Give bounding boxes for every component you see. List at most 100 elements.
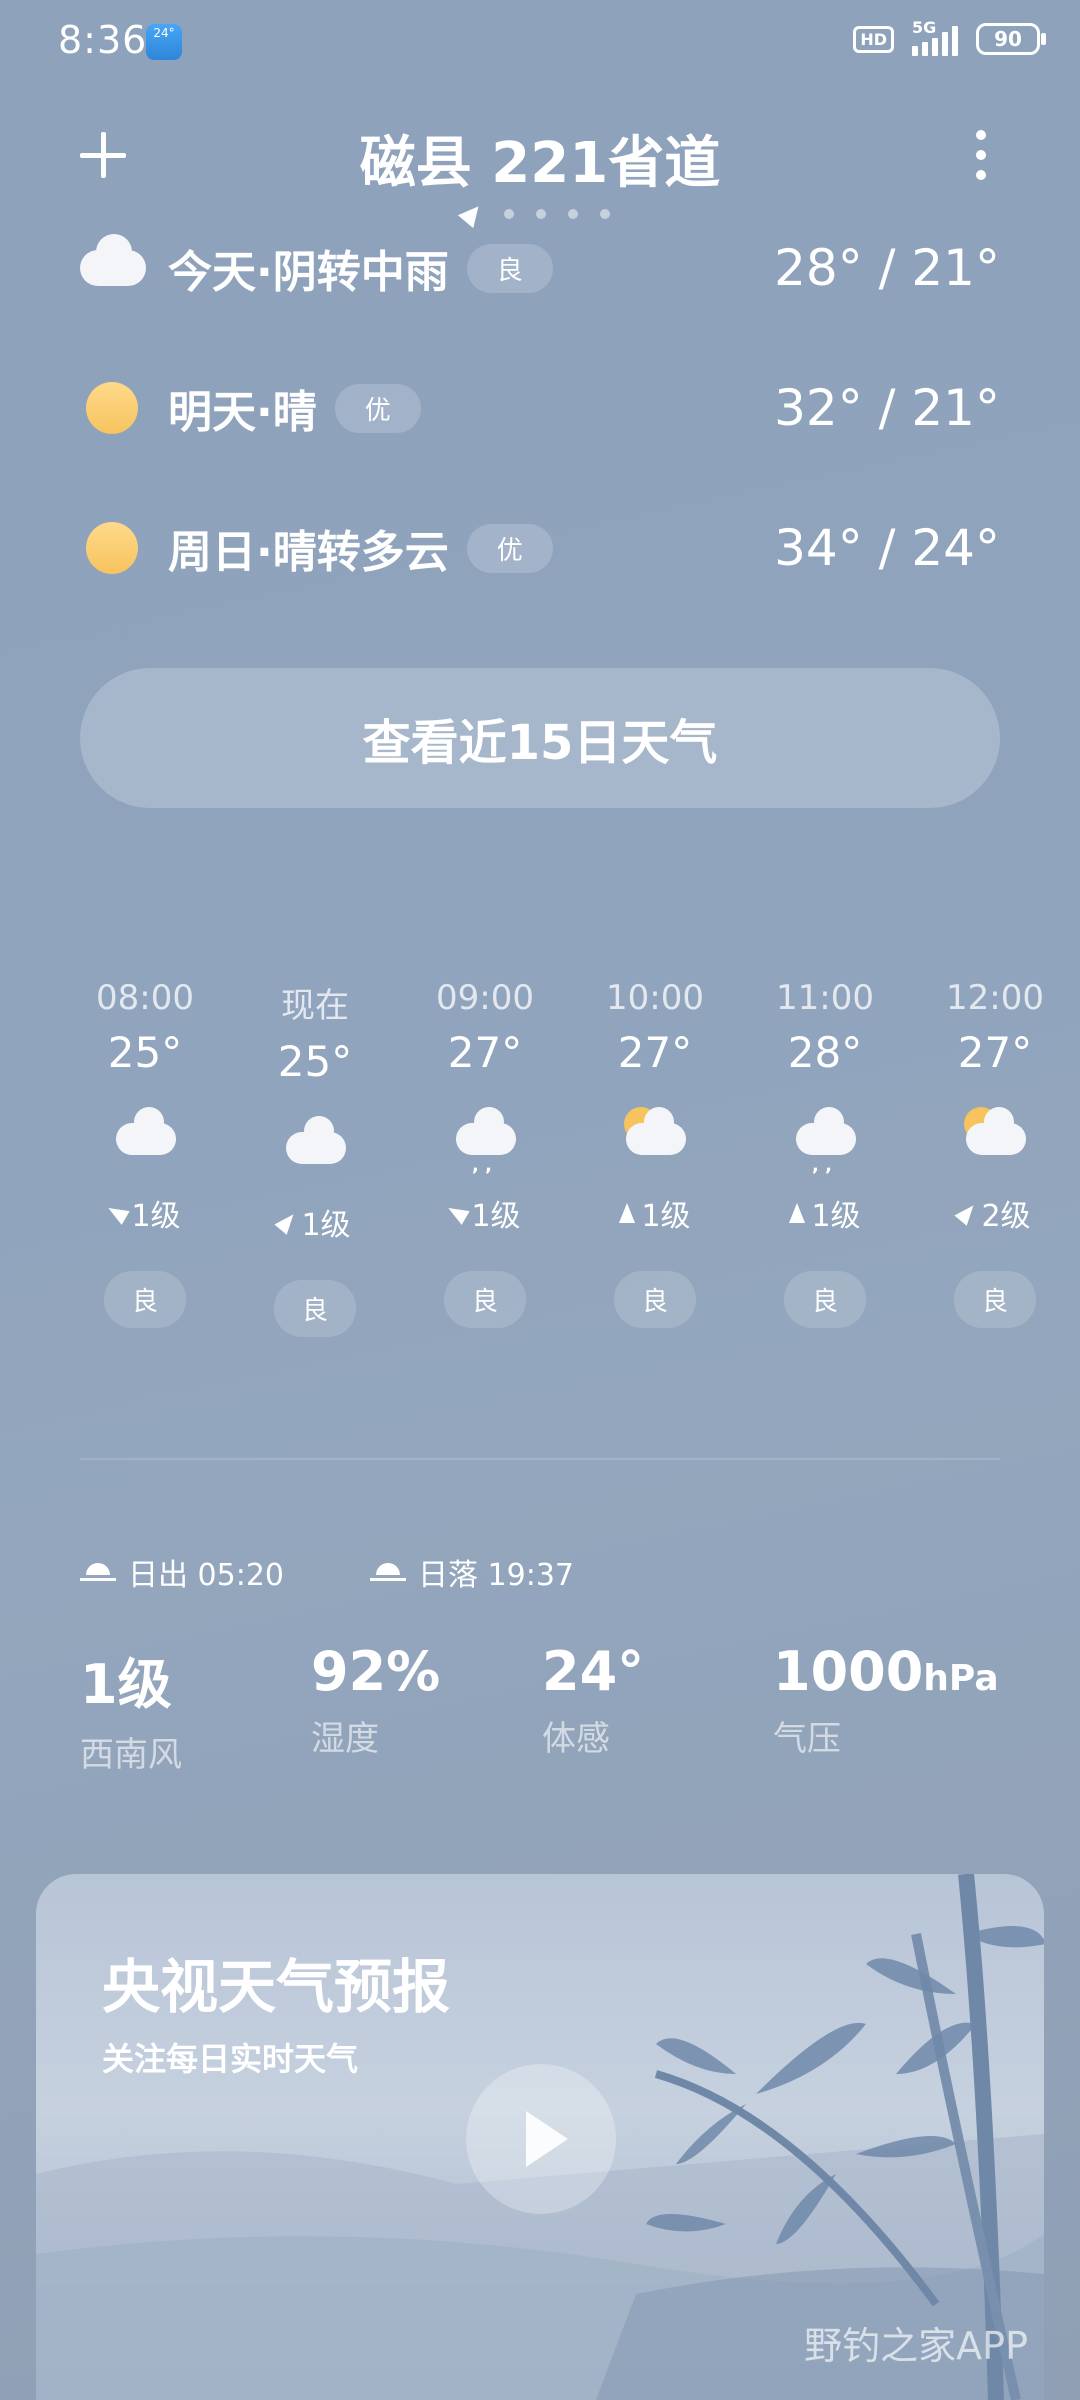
wind-label: 西南风 <box>80 1735 182 1775</box>
wind-level: 1级 <box>131 1199 181 1234</box>
wind-detail: 1级 西南风 <box>80 1640 311 1776</box>
sun-icon <box>80 376 144 440</box>
wind-level: 1级 <box>301 1208 351 1243</box>
cloudy-icon <box>280 1110 350 1174</box>
hour-temp: 27° <box>617 1028 693 1077</box>
partly-cloudy-icon <box>620 1101 690 1165</box>
hour-wind: 1级 <box>619 1191 691 1235</box>
battery-level: 90 <box>994 27 1022 51</box>
hour-temp: 25° <box>107 1028 183 1077</box>
hour-wind: 1级 <box>274 1200 351 1244</box>
hd-icon: HD <box>853 25 894 53</box>
hour-item: 09:00 27° , , 1级 良 <box>400 978 570 1337</box>
section-divider <box>80 1458 1000 1460</box>
wind-direction-icon <box>619 1203 636 1223</box>
video-forecast-card[interactable]: 央视天气预报 关注每日实时天气 野钓之家APP <box>36 1874 1044 2400</box>
sunset-icon <box>370 1559 406 1585</box>
air-quality-badge: 优 <box>334 383 421 433</box>
signal-icon: 5G <box>912 18 958 56</box>
hour-wind: 2级 <box>954 1191 1031 1235</box>
city-title[interactable]: 磁县 221省道 <box>0 118 1080 199</box>
sun-times: 日出 05:20 日落 19:37 <box>80 1550 574 1594</box>
sun-icon <box>80 516 144 580</box>
hour-item: 现在 25° 1级 良 <box>230 978 400 1337</box>
hour-time: 11:00 <box>776 978 874 1018</box>
page-indicator <box>457 199 610 229</box>
air-quality-badge: 良 <box>613 1271 696 1328</box>
network-label: 5G <box>912 18 937 37</box>
view-15-day-button[interactable]: 查看近15日天气 <box>80 668 1000 808</box>
wind-level: 1级 <box>641 1199 691 1234</box>
air-quality-badge: 良 <box>783 1271 866 1328</box>
feels-like-value: 24° <box>542 1640 645 1703</box>
sunrise-icon <box>80 1559 116 1585</box>
forecast-temp: 34° / 24° <box>774 519 1000 577</box>
cloudy-icon <box>110 1101 180 1165</box>
forecast-temp: 32° / 21° <box>774 379 1000 437</box>
wind-value: 1级 <box>80 1653 172 1716</box>
cloud-icon <box>80 234 146 300</box>
hour-time: 09:00 <box>436 978 534 1018</box>
hourly-forecast[interactable]: 08:00 25° 1级 良 现在 25° 1级 良 09:00 27° , ,… <box>60 978 1080 1337</box>
sunrise-time: 日出 05:20 <box>128 1558 284 1593</box>
forecast-temp: 28° / 21° <box>774 239 1000 297</box>
wind-level: 1级 <box>811 1199 861 1234</box>
hour-item: 12:00 27° 2级 良 <box>910 978 1080 1337</box>
hour-temp: 27° <box>447 1028 523 1077</box>
wind-level: 1级 <box>471 1199 521 1234</box>
air-quality-badge: 良 <box>443 1271 526 1328</box>
forecast-label: 今天·阴转中雨 <box>168 247 449 298</box>
card-subtitle: 关注每日实时天气 <box>102 2040 359 2078</box>
feels-like-detail: 24° 体感 <box>542 1640 773 1776</box>
forecast-row-today[interactable]: 今天·阴转中雨 良 28° / 21° <box>80 228 1000 308</box>
hour-wind: 1级 <box>789 1191 861 1235</box>
pressure-unit: hPa <box>923 1658 999 1699</box>
forecast-label: 明天·晴 <box>168 387 317 438</box>
battery-icon: 90 <box>976 23 1046 55</box>
more-menu-icon[interactable] <box>974 130 988 180</box>
rain-icon: , , <box>790 1101 860 1176</box>
weather-app-icon: 24° <box>146 24 182 60</box>
wind-direction-icon <box>274 1209 301 1235</box>
forecast-row-tomorrow[interactable]: 明天·晴 优 32° / 21° <box>80 368 1000 448</box>
air-quality-badge: 良 <box>273 1280 356 1337</box>
weather-badge-temp: 24° <box>153 26 175 40</box>
hour-temp: 28° <box>787 1028 863 1077</box>
hour-time: 现在 <box>281 986 349 1026</box>
hour-time: 12:00 <box>946 978 1044 1018</box>
card-title: 央视天气预报 <box>102 1953 451 2021</box>
hour-time: 10:00 <box>606 978 704 1018</box>
air-quality-badge: 良 <box>103 1271 186 1328</box>
hour-item: 10:00 27° 1级 良 <box>570 978 740 1337</box>
feels-like-label: 体感 <box>542 1719 610 1759</box>
hour-temp: 27° <box>957 1028 1033 1077</box>
hour-wind: 1级 <box>104 1191 181 1235</box>
watermark: 野钓之家APP <box>804 2324 1028 2368</box>
pressure-value: 1000hPa <box>773 1640 1004 1703</box>
status-time: 8:36 <box>58 18 148 62</box>
air-quality-badge: 良 <box>466 243 553 293</box>
forecast-label: 周日·晴转多云 <box>168 527 449 578</box>
forecast-row-sunday[interactable]: 周日·晴转多云 优 34° / 24° <box>80 508 1000 588</box>
pressure-detail: 1000hPa 气压 <box>773 1640 1004 1776</box>
rain-icon: , , <box>450 1101 520 1176</box>
hour-time: 08:00 <box>96 978 194 1018</box>
pressure-label: 气压 <box>773 1719 841 1759</box>
wind-direction-icon <box>444 1201 471 1225</box>
hour-temp: 25° <box>277 1037 353 1086</box>
play-button[interactable] <box>466 2064 616 2214</box>
humidity-value: 92% <box>311 1640 441 1703</box>
pressure-number: 1000 <box>773 1640 924 1703</box>
status-indicators: HD 5G 90 <box>853 18 1046 56</box>
location-arrow-icon <box>457 199 487 229</box>
air-quality-badge: 优 <box>466 523 553 573</box>
sunset-time: 日落 19:37 <box>418 1558 574 1593</box>
weather-details: 1级 西南风 92% 湿度 24° 体感 1000hPa 气压 <box>80 1640 1040 1776</box>
wind-level: 2级 <box>981 1199 1031 1234</box>
hour-item: 08:00 25° 1级 良 <box>60 978 230 1337</box>
hour-item: 11:00 28° , , 1级 良 <box>740 978 910 1337</box>
hour-wind: 1级 <box>444 1191 521 1235</box>
wind-direction-icon <box>104 1201 131 1225</box>
wind-direction-icon <box>789 1203 806 1223</box>
humidity-detail: 92% 湿度 <box>311 1640 542 1776</box>
